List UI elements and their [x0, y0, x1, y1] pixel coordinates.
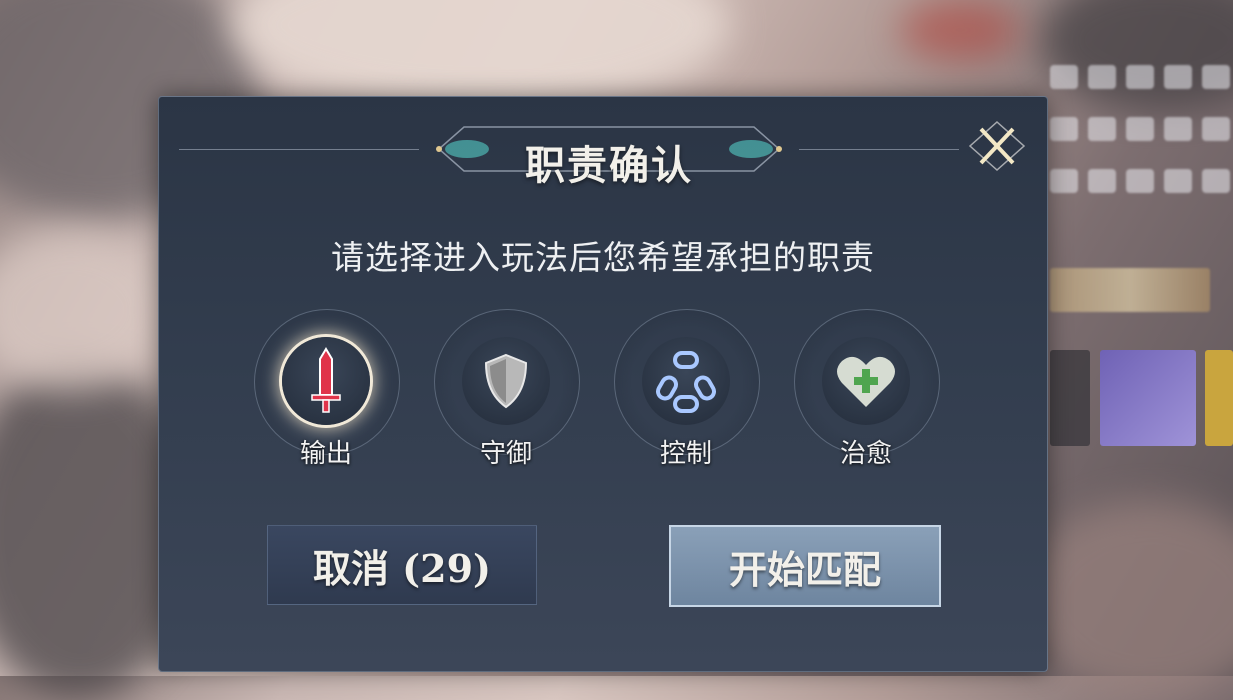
- hud-row-blurred: [1050, 164, 1230, 198]
- role-label: 输出: [299, 439, 352, 469]
- close-button[interactable]: [967, 119, 1027, 173]
- role-list: 输出 守御 控制 治愈: [254, 309, 954, 479]
- chain-icon: [656, 351, 716, 413]
- close-x-icon: [968, 120, 1026, 172]
- background-blur: [1020, 500, 1233, 700]
- role-confirm-dialog: 职责确认 请选择进入玩法后您希望承担的职责 输出 守御 控制 治愈 取消 (29…: [158, 96, 1048, 672]
- role-label: 控制: [659, 439, 712, 469]
- dialog-title: 职责确认: [525, 142, 693, 189]
- background-blur: [900, 0, 1020, 60]
- hud-slot-blurred: [1205, 350, 1233, 446]
- background-blur: [0, 230, 170, 390]
- title-divider-right: [799, 149, 959, 150]
- role-option-control[interactable]: 控制: [614, 309, 760, 479]
- role-label: 治愈: [839, 439, 892, 469]
- hud-row-blurred: [1050, 60, 1230, 94]
- role-label: 守御: [479, 439, 532, 469]
- role-option-heal[interactable]: 治愈: [794, 309, 940, 479]
- role-option-defense[interactable]: 守御: [434, 309, 580, 479]
- hud-slot-blurred: [1100, 350, 1196, 446]
- start-match-button[interactable]: 开始匹配: [669, 525, 941, 607]
- cancel-button[interactable]: 取消 (29): [267, 525, 537, 605]
- heart-plus-icon: [837, 356, 895, 407]
- role-option-output[interactable]: 输出: [254, 309, 400, 479]
- title-divider-left: [179, 149, 419, 150]
- title-frame: 职责确认: [419, 119, 799, 189]
- hud-slot-blurred: [1050, 350, 1090, 446]
- dialog-prompt: 请选择进入玩法后您希望承担的职责: [331, 238, 875, 277]
- shield-icon: [484, 353, 528, 409]
- background-blur: [230, 0, 730, 110]
- hud-row-blurred: [1050, 112, 1230, 146]
- sword-icon: [311, 347, 341, 413]
- hud-banner-blurred: [1050, 268, 1210, 312]
